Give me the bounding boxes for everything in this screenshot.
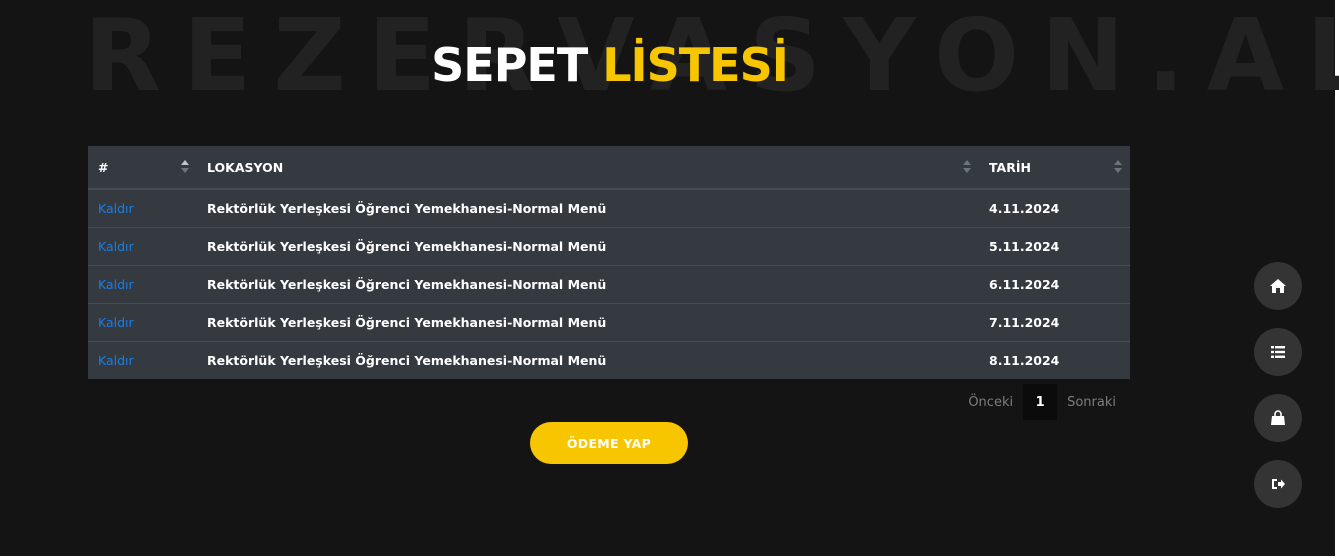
- pagination-page-current[interactable]: 1: [1023, 384, 1058, 420]
- table-row: Kaldır Rektörlük Yerleşkesi Öğrenci Yeme…: [88, 188, 1130, 228]
- remove-link[interactable]: Kaldır: [98, 239, 134, 254]
- date-cell: 5.11.2024: [979, 227, 1130, 266]
- table-row: Kaldır Rektörlük Yerleşkesi Öğrenci Yeme…: [88, 303, 1130, 342]
- date-cell: 7.11.2024: [979, 303, 1130, 342]
- sort-icon: [963, 160, 971, 174]
- pay-button[interactable]: ÖDEME YAP: [530, 422, 688, 464]
- home-icon: [1270, 279, 1286, 293]
- location-cell: Rektörlük Yerleşkesi Öğrenci Yemekhanesi…: [197, 265, 979, 304]
- page-title: SEPET LİSTESİ: [0, 38, 1219, 93]
- column-header-label: #: [98, 159, 109, 175]
- page-title-yellow: LİSTESİ: [602, 38, 789, 92]
- list-button[interactable]: [1254, 328, 1302, 376]
- home-button[interactable]: [1254, 262, 1302, 310]
- page-title-white: SEPET: [431, 38, 603, 92]
- page: REZERVASYON.AL SEPET LİSTESİ # LOKASYON …: [0, 0, 1339, 560]
- sort-icon: [1114, 160, 1122, 174]
- location-cell: Rektörlük Yerleşkesi Öğrenci Yemekhanesi…: [197, 303, 979, 342]
- remove-link[interactable]: Kaldır: [98, 353, 134, 368]
- remove-link[interactable]: Kaldır: [98, 201, 134, 216]
- list-icon: [1271, 346, 1285, 358]
- location-cell: Rektörlük Yerleşkesi Öğrenci Yemekhanesi…: [197, 227, 979, 266]
- remove-link[interactable]: Kaldır: [98, 277, 134, 292]
- column-header-location[interactable]: LOKASYON: [197, 146, 979, 190]
- column-header-date[interactable]: TARİH: [979, 146, 1130, 190]
- cart-table-container: # LOKASYON TARİH Kaldır Rektörlük Yerleş…: [88, 146, 1130, 379]
- pagination-next[interactable]: Sonraki: [1057, 395, 1126, 410]
- pagination: Önceki 1 Sonraki: [958, 384, 1126, 420]
- date-cell: 4.11.2024: [979, 188, 1130, 228]
- table-row: Kaldır Rektörlük Yerleşkesi Öğrenci Yeme…: [88, 341, 1130, 379]
- column-header-label: LOKASYON: [207, 159, 284, 175]
- remove-link[interactable]: Kaldır: [98, 315, 134, 330]
- date-cell: 8.11.2024: [979, 341, 1130, 379]
- date-cell: 6.11.2024: [979, 265, 1130, 304]
- sign-out-icon: [1272, 479, 1285, 489]
- column-header-label: TARİH: [989, 159, 1031, 175]
- table-header-row: # LOKASYON TARİH: [88, 146, 1130, 190]
- cart-button[interactable]: [1254, 394, 1302, 442]
- cart-table: # LOKASYON TARİH Kaldır Rektörlük Yerleş…: [88, 146, 1130, 379]
- table-row: Kaldır Rektörlük Yerleşkesi Öğrenci Yeme…: [88, 227, 1130, 266]
- sort-icon: [181, 160, 189, 174]
- logout-button[interactable]: [1254, 460, 1302, 508]
- location-cell: Rektörlük Yerleşkesi Öğrenci Yemekhanesi…: [197, 341, 979, 379]
- pagination-previous[interactable]: Önceki: [958, 395, 1023, 410]
- shopping-bag-icon: [1271, 410, 1285, 425]
- table-row: Kaldır Rektörlük Yerleşkesi Öğrenci Yeme…: [88, 265, 1130, 304]
- column-header-index[interactable]: #: [88, 146, 197, 190]
- location-cell: Rektörlük Yerleşkesi Öğrenci Yemekhanesi…: [197, 188, 979, 228]
